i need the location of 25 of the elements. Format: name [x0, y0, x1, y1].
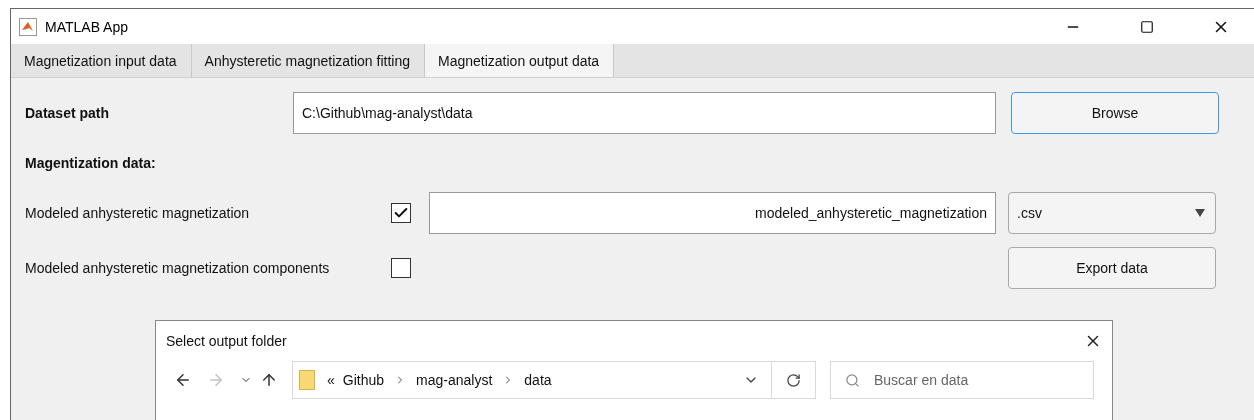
checkbox[interactable] — [391, 203, 411, 223]
app-logo-icon — [19, 17, 37, 36]
search-icon — [845, 372, 860, 388]
format-dropdown[interactable]: .csv — [1008, 192, 1216, 234]
breadcrumb[interactable]: data — [520, 372, 556, 388]
path-field[interactable]: C:\Github\mag-analyst\data — [293, 92, 996, 134]
search-field[interactable]: Buscar en data — [830, 361, 1094, 399]
overflow-marker: « — [326, 372, 336, 388]
field-label: Dataset path — [25, 105, 111, 121]
export-button[interactable]: Export data — [1008, 247, 1216, 289]
option-label: Modeled anhysteretic magnetization components — [25, 260, 331, 276]
breadcrumb[interactable]: mag-analyst — [412, 372, 497, 388]
option-label: Modeled anhysteretic magnetization — [25, 205, 251, 221]
dialog-title: Select output folder — [166, 333, 287, 349]
breadcrumb[interactable]: Github — [338, 372, 389, 388]
refresh-icon[interactable] — [786, 372, 801, 388]
browse-button[interactable]: Browse — [1011, 92, 1219, 134]
section-heading: Magentization data: — [25, 155, 157, 171]
window-title: MATLAB App — [45, 18, 129, 35]
folder-icon — [299, 370, 315, 390]
tab[interactable]: Magnetization output data — [425, 44, 615, 77]
checkbox[interactable] — [391, 258, 411, 278]
dropdown-arrow-icon — [1195, 209, 1205, 217]
address-bar[interactable]: « Github mag-analyst data — [292, 361, 816, 399]
filename-field[interactable]: modeled_anhysteretic_magnetization — [429, 192, 996, 234]
